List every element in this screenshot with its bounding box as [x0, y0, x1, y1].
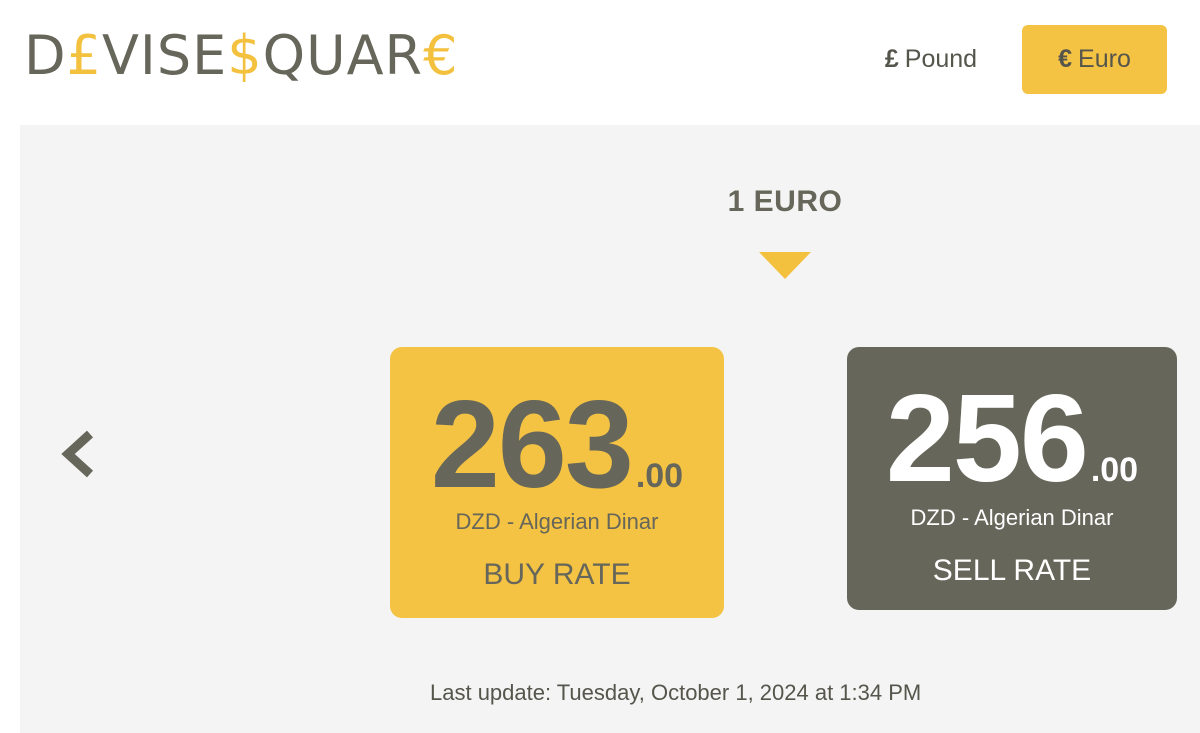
pound-symbol-icon: £: [884, 45, 899, 73]
buy-rate-currency: DZD - Algerian Dinar: [455, 509, 659, 534]
logo-letter: D: [24, 24, 67, 87]
chevron-left-icon[interactable]: [56, 426, 108, 482]
sell-rate-label: SELL RATE: [932, 554, 1092, 587]
sell-rate-card: 256.00 DZD - Algerian Dinar SELL RATE: [847, 347, 1177, 610]
base-amount-label: 1 EURO: [727, 185, 843, 218]
logo-pound-symbol: £: [66, 24, 102, 87]
sell-rate-value: 256.00: [847, 369, 1177, 509]
sell-rate-decimal: .00: [1090, 451, 1139, 489]
logo-letters: VISE: [101, 24, 228, 87]
buy-rate-decimal: .00: [635, 457, 684, 495]
euro-button-label: Euro: [1078, 45, 1131, 73]
caret-down-icon: [759, 252, 811, 279]
last-update-text: Last update: Tuesday, October 1, 2024 at…: [430, 680, 922, 705]
logo-euro-symbol: €: [423, 24, 459, 87]
euro-symbol-icon: €: [1058, 45, 1073, 73]
buy-rate-value: 263.00: [390, 375, 724, 515]
sell-rate-integer: 256: [885, 370, 1089, 508]
devisesquare-logo[interactable]: D£VISE$QUAR€: [24, 26, 458, 86]
sell-rate-currency: DZD - Algerian Dinar: [910, 505, 1114, 530]
buy-rate-label: BUY RATE: [483, 558, 631, 591]
logo-dollar-symbol: $: [227, 24, 263, 87]
euro-button[interactable]: € Euro: [1022, 25, 1167, 94]
logo-letters: QUAR: [262, 24, 424, 87]
buy-rate-card: 263.00 DZD - Algerian Dinar BUY RATE: [390, 347, 724, 618]
pound-button[interactable]: £ Pound: [860, 25, 1002, 94]
pound-button-label: Pound: [904, 45, 978, 73]
page: D£VISE$QUAR€ £ Pound € Euro 1 EURO 263.00 …: [0, 0, 1200, 733]
buy-rate-integer: 263: [430, 376, 634, 514]
